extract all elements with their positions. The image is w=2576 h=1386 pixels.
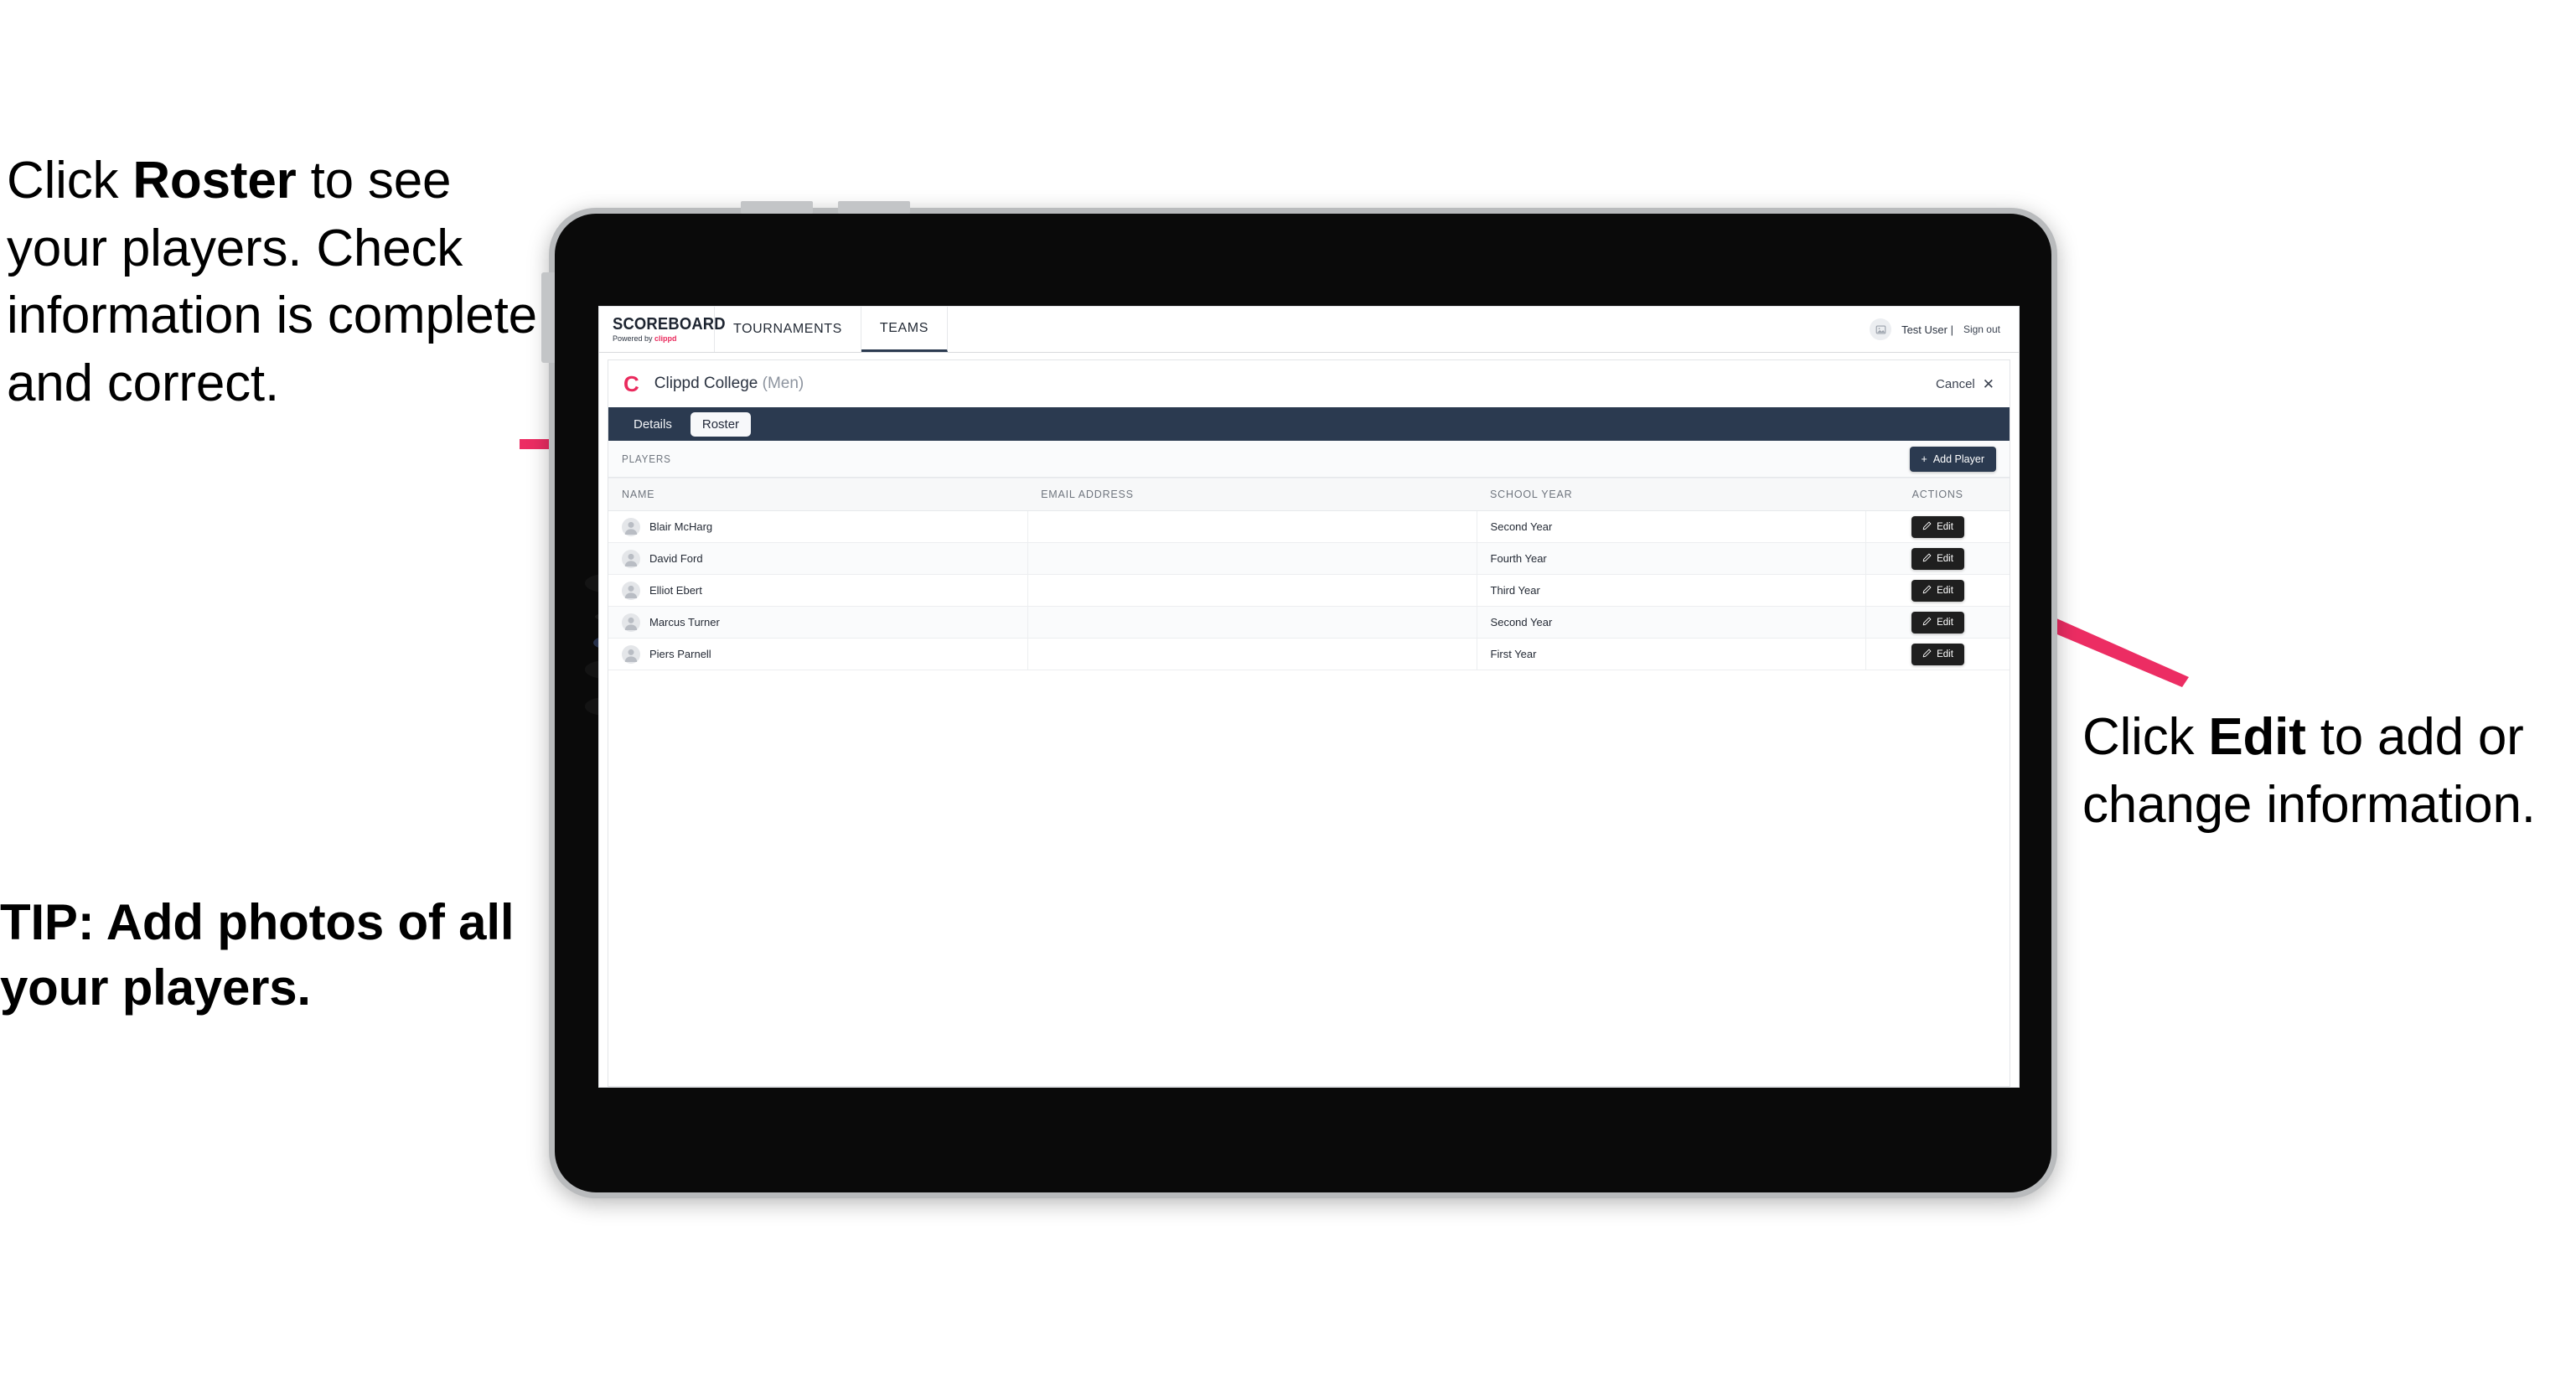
player-email — [1027, 510, 1477, 543]
pencil-icon — [1922, 553, 1932, 565]
image-placeholder-icon — [1875, 324, 1885, 334]
device-top-button-1[interactable] — [741, 201, 813, 214]
player-name-cell: Marcus Turner — [622, 613, 1014, 632]
table-row[interactable]: Marcus Turner Second Year Edit — [608, 606, 2010, 639]
pencil-icon — [1922, 521, 1932, 533]
edit-button-label: Edit — [1937, 521, 1953, 532]
pencil-icon — [1922, 649, 1932, 660]
plus-icon: + — [1921, 453, 1927, 465]
player-avatar-icon — [622, 517, 640, 536]
close-icon: ✕ — [1982, 375, 1994, 392]
player-name: Blair McHarg — [649, 520, 713, 533]
annotation-edit: Click Edit to add or change information. — [2082, 704, 2576, 839]
team-gender-text: (Men) — [762, 375, 804, 392]
player-name: David Ford — [649, 552, 703, 565]
tab-details[interactable]: Details — [622, 412, 684, 437]
table-header-row: NAME EMAIL ADDRESS SCHOOL YEAR ACTIONS — [608, 478, 2010, 511]
add-player-label: Add Player — [1932, 453, 1984, 465]
slide-canvas: Click Roster to see your players. Check … — [0, 0, 2576, 1386]
team-title-row: C Clippd College (Men) Cancel ✕ — [608, 360, 2010, 407]
player-name: Marcus Turner — [649, 616, 720, 628]
player-email — [1027, 574, 1477, 607]
team-name-text: Clippd College — [654, 375, 758, 392]
edit-button-label: Edit — [1937, 649, 1953, 659]
player-name: Elliot Ebert — [649, 584, 702, 597]
player-name-cell: Blair McHarg — [622, 517, 1014, 536]
player-avatar-icon — [622, 549, 640, 568]
empty-content-area — [608, 670, 2010, 1086]
nav-tab-tournaments[interactable]: TOURNAMENTS — [715, 307, 861, 352]
add-player-button[interactable]: + Add Player — [1909, 446, 1996, 472]
players-heading: PLAYERS — [622, 453, 671, 465]
team-page-card: C Clippd College (Men) Cancel ✕ Details … — [608, 359, 2010, 1087]
nav-tab-teams[interactable]: TEAMS — [861, 307, 948, 352]
pencil-icon — [1922, 585, 1932, 597]
brand-subtitle: Powered by clippd — [613, 335, 714, 343]
player-avatar-icon — [622, 581, 640, 600]
annotation-tip: TIP: Add photos of all your players. — [0, 894, 515, 1016]
brand-title: SCOREBOARD — [613, 315, 726, 334]
edit-button[interactable]: Edit — [1911, 643, 1964, 665]
player-school-year: Second Year — [1477, 510, 1866, 543]
annotation-roster-bold: Roster — [132, 152, 297, 209]
players-table-body: Blair McHarg Second Year Edit David Ford… — [608, 510, 2010, 670]
player-avatar-icon — [622, 644, 640, 664]
edit-button[interactable]: Edit — [1911, 611, 1964, 634]
sign-out-link[interactable]: Sign out — [1963, 323, 2000, 335]
user-area: Test User | Sign out — [1870, 307, 2019, 352]
edit-button[interactable]: Edit — [1911, 547, 1964, 570]
tablet-device-frame: SCOREBOARD Powered by clippd TOURNAMENTS… — [541, 201, 2057, 1198]
brand-powered-prefix: Powered by — [613, 334, 655, 343]
edit-button-label: Edit — [1937, 617, 1953, 628]
brand-powered-name: clippd — [654, 334, 677, 343]
edit-button-label: Edit — [1937, 553, 1953, 564]
tab-roster[interactable]: Roster — [690, 411, 752, 437]
edit-button[interactable]: Edit — [1911, 515, 1964, 538]
device-top-button-2[interactable] — [838, 201, 910, 214]
annotation-edit-bold: Edit — [2208, 708, 2306, 766]
players-table-head: NAME EMAIL ADDRESS SCHOOL YEAR ACTIONS — [608, 478, 2010, 511]
player-name-cell: David Ford — [622, 549, 1014, 568]
table-row[interactable]: Elliot Ebert Third Year Edit — [608, 574, 2010, 607]
player-email — [1027, 542, 1477, 575]
column-header-name: NAME — [608, 478, 1028, 511]
brand-logo[interactable]: SCOREBOARD Powered by clippd — [599, 307, 726, 352]
player-email — [1027, 638, 1477, 670]
player-name-cell: Piers Parnell — [622, 644, 1014, 664]
app-header: SCOREBOARD Powered by clippd TOURNAMENTS… — [599, 307, 2019, 353]
player-avatar-icon — [622, 613, 640, 632]
player-school-year: Fourth Year — [1477, 542, 1866, 575]
annotation-roster-pre: Click — [7, 152, 133, 209]
players-toolbar: PLAYERS + Add Player — [608, 441, 2010, 478]
clippd-c-icon: C — [623, 371, 639, 396]
player-school-year: First Year — [1477, 638, 1866, 670]
column-header-email: EMAIL ADDRESS — [1027, 478, 1477, 511]
avatar[interactable] — [1870, 318, 1892, 340]
table-row[interactable]: Blair McHarg Second Year Edit — [608, 510, 2010, 543]
annotation-edit-pre: Click — [2082, 708, 2209, 766]
table-row[interactable]: David Ford Fourth Year Edit — [608, 542, 2010, 575]
player-name: Piers Parnell — [649, 648, 711, 660]
cancel-button[interactable]: Cancel ✕ — [1936, 377, 1994, 391]
players-table: NAME EMAIL ADDRESS SCHOOL YEAR ACTIONS B… — [608, 478, 2010, 670]
app-viewport: SCOREBOARD Powered by clippd TOURNAMENTS… — [599, 307, 2019, 1087]
header-spacer — [948, 307, 1870, 352]
edit-button[interactable]: Edit — [1911, 579, 1964, 602]
user-name-label: Test User | — [1901, 323, 1953, 336]
page-title: Clippd College (Men) — [654, 375, 804, 393]
team-sub-tabs: Details Roster — [608, 407, 2010, 441]
edit-button-label: Edit — [1937, 585, 1953, 596]
column-header-year: SCHOOL YEAR — [1477, 478, 1866, 511]
column-header-actions: ACTIONS — [1865, 478, 2010, 511]
cancel-label: Cancel — [1936, 376, 1975, 391]
player-school-year: Third Year — [1477, 574, 1866, 607]
annotation-roster: Click Roster to see your players. Check … — [7, 147, 560, 417]
player-school-year: Second Year — [1477, 606, 1866, 639]
player-name-cell: Elliot Ebert — [622, 581, 1014, 600]
pencil-icon — [1922, 617, 1932, 628]
table-row[interactable]: Piers Parnell First Year Edit — [608, 638, 2010, 670]
player-email — [1027, 606, 1477, 639]
device-volume-button[interactable] — [541, 272, 555, 363]
